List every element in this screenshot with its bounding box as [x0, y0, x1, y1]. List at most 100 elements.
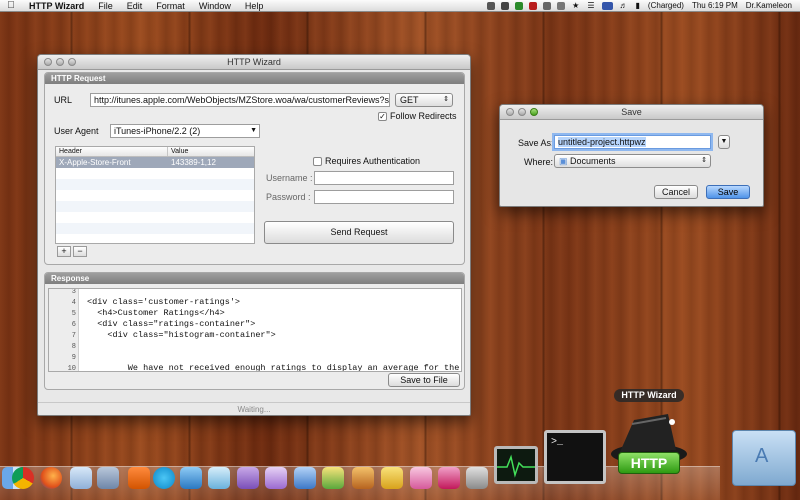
menu-help[interactable]: Help — [238, 0, 271, 12]
dock-app-icon[interactable] — [466, 467, 488, 489]
zoom-icon[interactable] — [530, 108, 538, 116]
requires-auth-label: Requires Authentication — [325, 156, 421, 166]
status-evernote-icon[interactable] — [515, 1, 524, 10]
menu-app-name[interactable]: HTTP Wizard — [22, 0, 91, 12]
code-line: 4 <div class='customer-ratings'> — [71, 297, 241, 307]
requires-auth-checkbox[interactable]: Requires Authentication — [313, 156, 420, 166]
password-field[interactable] — [314, 190, 454, 204]
dock-chrome-icon[interactable] — [12, 467, 34, 489]
battery-icon[interactable]: ▮ — [632, 0, 644, 12]
minimize-icon[interactable] — [518, 108, 526, 116]
status-record-icon[interactable] — [529, 1, 538, 10]
send-request-button[interactable]: Send Request — [264, 221, 454, 244]
wifi-icon[interactable]: ☰ — [583, 0, 598, 12]
header-cell[interactable]: X-Apple-Store-Front — [56, 157, 168, 168]
dock-tooltip: HTTP Wizard — [614, 389, 684, 402]
user-agent-combo[interactable]: iTunes-iPhone/2.2 (2) ▼ — [110, 124, 260, 138]
save-as-value: untitled-project.httpwz — [558, 137, 646, 147]
code-line: 7 <div class="histogram-container"> — [71, 330, 276, 340]
method-select[interactable]: GET ⇕ — [395, 93, 453, 107]
bluetooth-icon[interactable]: ★ — [568, 0, 583, 12]
save-dialog-title: Save — [621, 107, 642, 117]
code-line: 3 — [71, 288, 76, 296]
menu-window[interactable]: Window — [192, 0, 238, 12]
save-to-file-button[interactable]: Save to File — [388, 373, 460, 387]
dock-app-icon[interactable] — [70, 467, 92, 489]
table-row-empty — [56, 179, 254, 190]
dock-app-icon[interactable] — [410, 467, 432, 489]
dock-firefox-icon[interactable] — [40, 467, 62, 489]
headers-table[interactable]: Header Value X-Apple-Store-Front 143389-… — [55, 146, 255, 244]
code-line: 9 — [71, 354, 76, 362]
dock-app-icon[interactable] — [265, 467, 287, 489]
dock-app-icon[interactable] — [237, 467, 259, 489]
close-icon[interactable] — [506, 108, 514, 116]
status-app-icon[interactable] — [543, 1, 552, 10]
input-flag-icon[interactable] — [601, 1, 613, 10]
where-label: Where: — [524, 157, 554, 167]
username-label: Username : — [266, 173, 313, 183]
user-menu[interactable]: Dr.Kameleon — [742, 0, 800, 12]
activity-graph-icon — [497, 454, 535, 478]
code-line: 10 We have not received enough ratings t… — [67, 363, 460, 372]
main-window-titlebar[interactable]: HTTP Wizard — [38, 55, 470, 70]
main-window: HTTP Wizard HTTP Request URL http://itun… — [37, 54, 471, 416]
where-value: Documents — [570, 156, 616, 166]
follow-redirects-checkbox[interactable]: ✓ Follow Redirects — [378, 111, 457, 121]
dock-app-icon[interactable] — [438, 467, 460, 489]
dock-xampp-icon[interactable] — [128, 467, 150, 489]
save-button[interactable]: Save — [706, 185, 750, 199]
password-label: Password : — [266, 192, 311, 202]
checkbox-box — [313, 156, 322, 166]
where-select[interactable]: ▣ Documents ⇕ — [554, 154, 711, 168]
dock-activity-monitor-icon[interactable] — [494, 446, 538, 484]
battery-status[interactable]: (Charged) — [644, 0, 688, 12]
volume-icon[interactable]: ♬ — [616, 0, 632, 12]
apple-menu-icon[interactable]:  — [0, 0, 22, 11]
close-icon[interactable] — [44, 58, 52, 66]
header-column-title[interactable]: Header — [56, 147, 168, 156]
add-header-button[interactable]: + — [57, 246, 71, 257]
url-field[interactable]: http://itunes.apple.com/WebObjects/MZSto… — [90, 93, 390, 107]
table-row[interactable]: X-Apple-Store-Front 143389-1,12 — [56, 157, 254, 168]
checkmark-icon: ✓ — [378, 111, 387, 121]
chevron-down-icon[interactable]: ▼ — [250, 125, 257, 137]
remove-header-button[interactable]: − — [73, 246, 87, 257]
menu-edit[interactable]: Edit — [120, 0, 150, 12]
status-dropbox-icon[interactable] — [501, 1, 510, 10]
dock-terminal-icon[interactable]: >_ — [544, 430, 606, 484]
code-line: 6 <div class="ratings-container"> — [71, 319, 256, 329]
status-bar: Waiting... — [38, 402, 470, 415]
save-dialog: Save Save As: untitled-project.httpwz ▼ … — [499, 104, 764, 207]
dock-app-icon[interactable] — [294, 467, 316, 489]
expand-dialog-button[interactable]: ▼ — [718, 135, 730, 149]
dock-app-icon[interactable] — [352, 467, 374, 489]
username-field[interactable] — [314, 171, 454, 185]
dock-applications-folder-icon[interactable]: A — [732, 430, 796, 486]
wizard-hat-icon — [611, 414, 687, 464]
value-cell[interactable]: 143389-1,12 — [168, 157, 216, 168]
table-row-empty — [56, 212, 254, 223]
zoom-icon[interactable] — [68, 58, 76, 66]
url-label: URL — [54, 95, 73, 105]
minimize-icon[interactable] — [56, 58, 64, 66]
dock-app-icon[interactable] — [322, 467, 344, 489]
cancel-button[interactable]: Cancel — [654, 185, 698, 199]
dock-app-icon[interactable] — [97, 467, 119, 489]
dock-fireworks-icon[interactable] — [381, 467, 403, 489]
clock[interactable]: Thu 6:19 PM — [688, 0, 742, 12]
save-dialog-titlebar[interactable]: Save — [500, 105, 763, 120]
status-time-machine-icon[interactable] — [557, 1, 566, 10]
menu-format[interactable]: Format — [149, 0, 192, 12]
save-as-label: Save As: — [518, 138, 554, 148]
response-text-view[interactable]: 3 4 <div class='customer-ratings'> 5 <h4>… — [48, 288, 462, 372]
dock-http-wizard-icon[interactable]: HTTP — [606, 408, 692, 486]
dock-skype-icon[interactable] — [153, 467, 175, 489]
dock-app-icon[interactable] — [180, 467, 202, 489]
value-column-title[interactable]: Value — [168, 147, 188, 156]
app-store-a-icon: A — [755, 445, 769, 467]
menu-file[interactable]: File — [91, 0, 120, 12]
dock-app-icon[interactable] — [208, 467, 230, 489]
status-extra-icon[interactable] — [487, 1, 496, 10]
save-as-field[interactable]: untitled-project.httpwz — [554, 135, 711, 149]
